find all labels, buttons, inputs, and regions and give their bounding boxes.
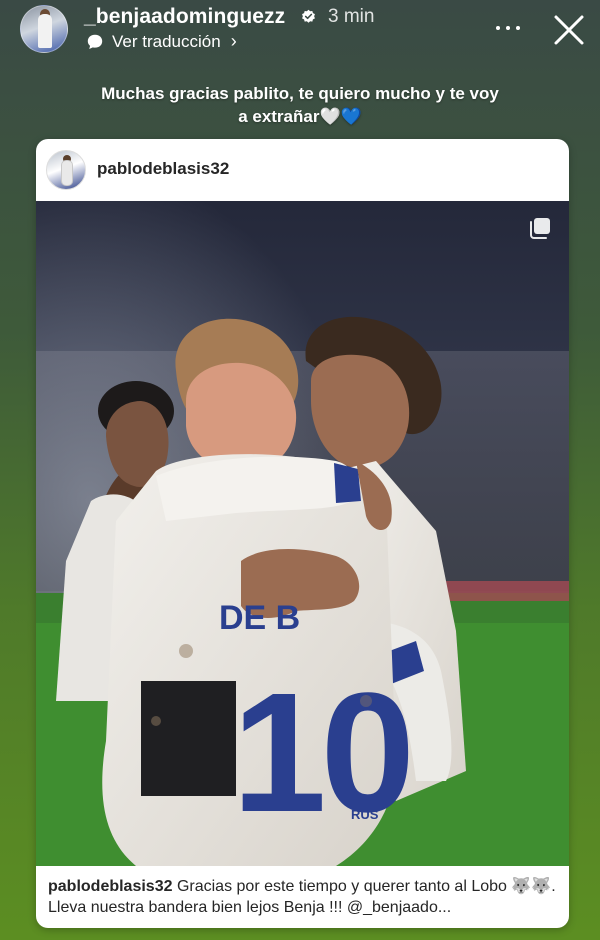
shared-post-username[interactable]: pablodeblasis32 bbox=[97, 159, 229, 179]
jersey-sponsor-text: RUS bbox=[351, 807, 379, 822]
story-username[interactable]: _benjaadominguezz bbox=[84, 5, 285, 29]
multiple-photos-icon bbox=[530, 218, 550, 239]
jersey-name-text: DE B bbox=[219, 599, 300, 637]
more-options-button[interactable] bbox=[494, 18, 522, 38]
shared-post-avatar[interactable] bbox=[46, 150, 86, 190]
avatar[interactable] bbox=[20, 5, 68, 53]
shared-post-photo[interactable]: DE B 10 RUS bbox=[36, 201, 569, 866]
shared-post-header: pablodeblasis32 bbox=[36, 139, 569, 201]
translate-label: Ver traducción bbox=[112, 31, 221, 51]
speech-bubble-icon bbox=[87, 34, 103, 49]
chevron-right-icon: › bbox=[230, 31, 237, 51]
story-header: _benjaadominguezz 3 min Ver traducción › bbox=[0, 0, 600, 62]
shared-post-caption: pablodeblasis32 Gracias por este tiempo … bbox=[36, 866, 569, 928]
story-timestamp: 3 min bbox=[328, 6, 375, 27]
avatar-figure bbox=[38, 14, 52, 48]
close-icon[interactable] bbox=[552, 13, 586, 47]
verified-badge-icon bbox=[302, 9, 315, 23]
jersey-number-text: 10 bbox=[232, 658, 409, 848]
story-caption: Muchas gracias pablito, te quiero mucho … bbox=[101, 84, 499, 126]
photo-illustration: DE B 10 RUS bbox=[36, 201, 569, 866]
shared-post-card[interactable]: pablodeblasis32 DE B 10 RUS pablodeblasi… bbox=[36, 139, 569, 928]
shared-avatar-figure bbox=[61, 160, 73, 186]
translate-link[interactable]: Ver traducción › bbox=[86, 31, 237, 52]
footer-username[interactable]: pablodeblasis32 bbox=[48, 878, 173, 895]
